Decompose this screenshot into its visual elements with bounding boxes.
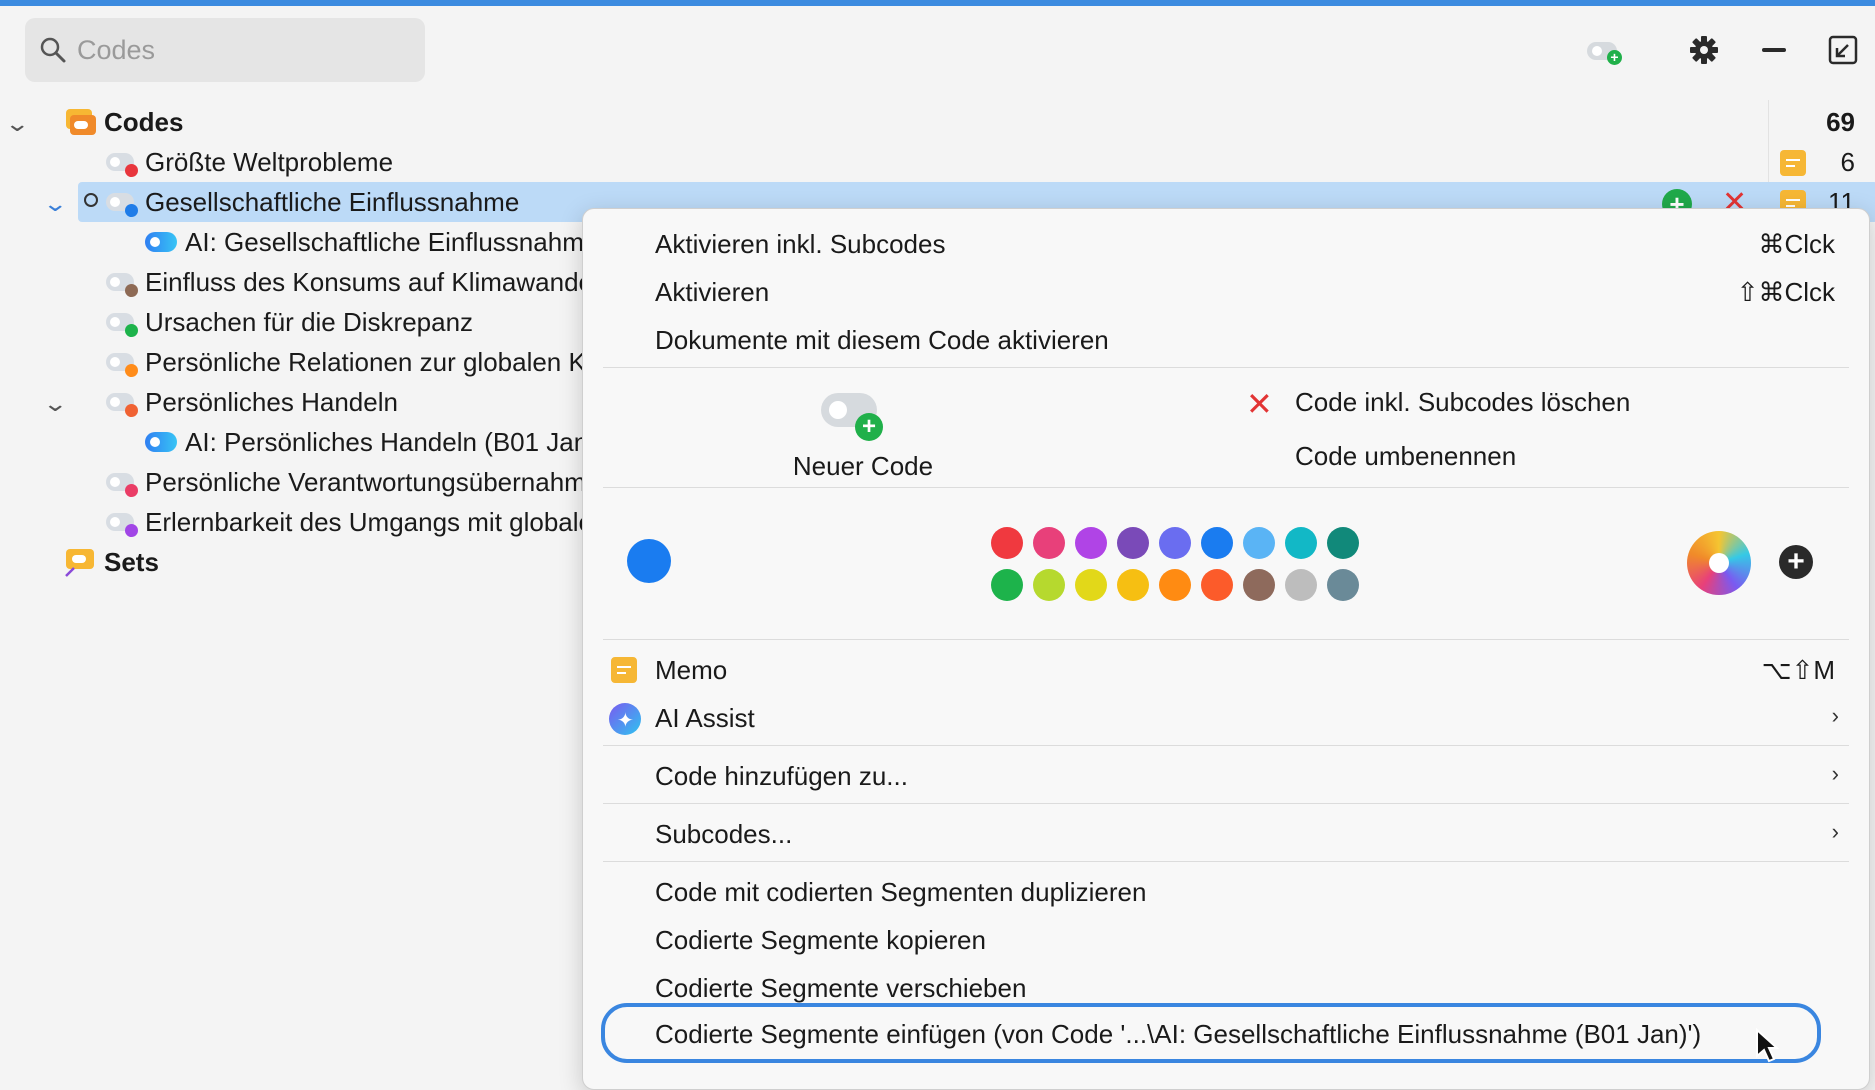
menu-item-paste-segments[interactable]: Codierte Segmente einfügen (von Code '..…	[655, 1019, 1701, 1050]
search-input[interactable]	[75, 33, 409, 67]
color-swatch[interactable]	[1201, 527, 1233, 559]
restore-window-icon[interactable]	[1825, 32, 1861, 68]
color-swatch[interactable]	[1117, 527, 1149, 559]
menu-separator	[603, 639, 1849, 640]
color-swatch[interactable]	[1243, 569, 1275, 601]
memo-icon[interactable]	[1780, 150, 1806, 176]
code-icon	[106, 313, 138, 337]
code-icon	[106, 273, 138, 297]
menu-item-new-code[interactable]: + Neuer Code	[763, 381, 963, 481]
mouse-cursor-icon	[1756, 1028, 1779, 1063]
color-wheel-icon[interactable]	[1687, 531, 1751, 595]
memo-icon	[611, 657, 637, 683]
tree-item-label: Ursachen für die Diskrepanz	[145, 307, 474, 337]
menu-item-activate-documents[interactable]: Dokumente mit diesem Code aktivieren	[655, 325, 1109, 356]
menu-item-activate-subcodes[interactable]: Aktivieren inkl. Subcodes	[655, 229, 945, 260]
chevron-down-icon[interactable]: ⌄	[42, 391, 68, 417]
tree-item-label: Einfluss des Konsums auf Klimawandel	[145, 267, 599, 297]
chevron-down-icon[interactable]: ⌄	[4, 111, 30, 137]
tree-item[interactable]: Größte Weltprobleme 6	[0, 143, 1875, 183]
search-icon	[40, 37, 66, 63]
chevron-down-icon[interactable]: ⌄	[42, 191, 68, 217]
new-code-label: Neuer Code	[792, 451, 934, 481]
shortcut-memo: ⌥⇧M	[1761, 655, 1835, 685]
color-swatch[interactable]	[1159, 569, 1191, 601]
code-icon	[106, 193, 138, 217]
tree-item-label: Größte Weltprobleme	[145, 147, 394, 177]
color-swatch[interactable]	[1075, 569, 1107, 601]
delete-icon: ✕	[1246, 386, 1273, 422]
color-swatch[interactable]	[1201, 569, 1233, 601]
color-swatch[interactable]	[1327, 569, 1359, 601]
color-swatch[interactable]	[1285, 569, 1317, 601]
code-folder-icon	[66, 109, 96, 135]
new-code-icon[interactable]: +	[1587, 32, 1623, 68]
code-icon	[106, 353, 138, 377]
tree-item-count: 6	[1840, 147, 1855, 177]
menu-item-delete-code[interactable]: Code inkl. Subcodes löschen	[1295, 387, 1630, 418]
tree-item-label: Persönliche Verantwortungsübernahme	[145, 467, 601, 497]
sets-icon	[65, 549, 94, 577]
color-swatch[interactable]	[991, 527, 1023, 559]
tree-item-label: Persönliches Handeln	[145, 387, 398, 417]
ai-code-icon	[145, 232, 177, 252]
menu-item-duplicate-code[interactable]: Code mit codierten Segmenten duplizieren	[655, 877, 1146, 908]
color-swatch[interactable]	[1033, 527, 1065, 559]
gear-icon[interactable]	[1686, 32, 1722, 68]
menu-separator	[603, 367, 1849, 368]
ai-code-icon	[145, 432, 177, 452]
color-swatch[interactable]	[1117, 569, 1149, 601]
menu-separator	[603, 487, 1849, 488]
tree-sets-label: Sets	[104, 547, 159, 577]
menu-item-rename-code[interactable]: Code umbenennen	[1295, 441, 1516, 472]
search-box[interactable]	[25, 18, 425, 82]
tree-item-label: Persönliche Relationen zur globalen Kris…	[145, 347, 628, 377]
window-top-bar	[0, 0, 1875, 6]
color-swatch[interactable]	[1075, 527, 1107, 559]
chevron-right-icon: ›	[1831, 761, 1839, 786]
new-code-icon: +	[821, 393, 883, 441]
code-icon	[106, 513, 138, 537]
tree-item-label: AI: Persönliches Handeln (B01 Jan)	[185, 427, 597, 457]
menu-separator	[603, 861, 1849, 862]
shortcut-activate-subcodes: ⌘Clck	[1758, 229, 1835, 259]
tree-root-label: Codes	[104, 107, 184, 137]
menu-item-ai-assist[interactable]: AI Assist	[655, 703, 755, 734]
current-color-swatch	[627, 539, 671, 583]
menu-item-subcodes[interactable]: Subcodes...	[655, 819, 792, 850]
tree-root-count: 69	[1826, 107, 1855, 137]
color-swatch[interactable]	[991, 569, 1023, 601]
menu-item-move-segments[interactable]: Codierte Segmente verschieben	[655, 973, 1026, 1004]
tree-item-label: Gesellschaftliche Einflussnahme	[145, 187, 520, 217]
menu-item-activate[interactable]: Aktivieren	[655, 277, 769, 308]
ai-assist-icon: ✦	[609, 703, 641, 735]
activation-toggle-icon[interactable]	[84, 193, 98, 207]
code-icon	[106, 473, 138, 497]
color-swatch[interactable]	[1159, 527, 1191, 559]
code-icon	[106, 153, 138, 177]
shortcut-activate: ⇧⌘Clck	[1736, 277, 1835, 307]
minimize-icon[interactable]	[1756, 32, 1792, 68]
context-menu: Aktivieren inkl. Subcodes ⌘Clck Aktivier…	[582, 208, 1870, 1090]
color-swatch[interactable]	[1285, 527, 1317, 559]
menu-separator	[603, 745, 1849, 746]
color-swatch[interactable]	[1033, 569, 1065, 601]
code-icon	[106, 393, 138, 417]
chevron-right-icon: ›	[1831, 819, 1839, 844]
menu-item-copy-segments[interactable]: Codierte Segmente kopieren	[655, 925, 986, 956]
menu-item-memo[interactable]: Memo	[655, 655, 727, 686]
color-swatch[interactable]	[1243, 527, 1275, 559]
color-swatch[interactable]	[1327, 527, 1359, 559]
tree-root-codes[interactable]: ⌄ Codes 69	[0, 103, 1875, 143]
chevron-right-icon: ›	[1831, 703, 1839, 728]
menu-separator	[603, 803, 1849, 804]
menu-item-add-code-to[interactable]: Code hinzufügen zu...	[655, 761, 908, 792]
add-color-icon[interactable]: +	[1779, 545, 1813, 579]
